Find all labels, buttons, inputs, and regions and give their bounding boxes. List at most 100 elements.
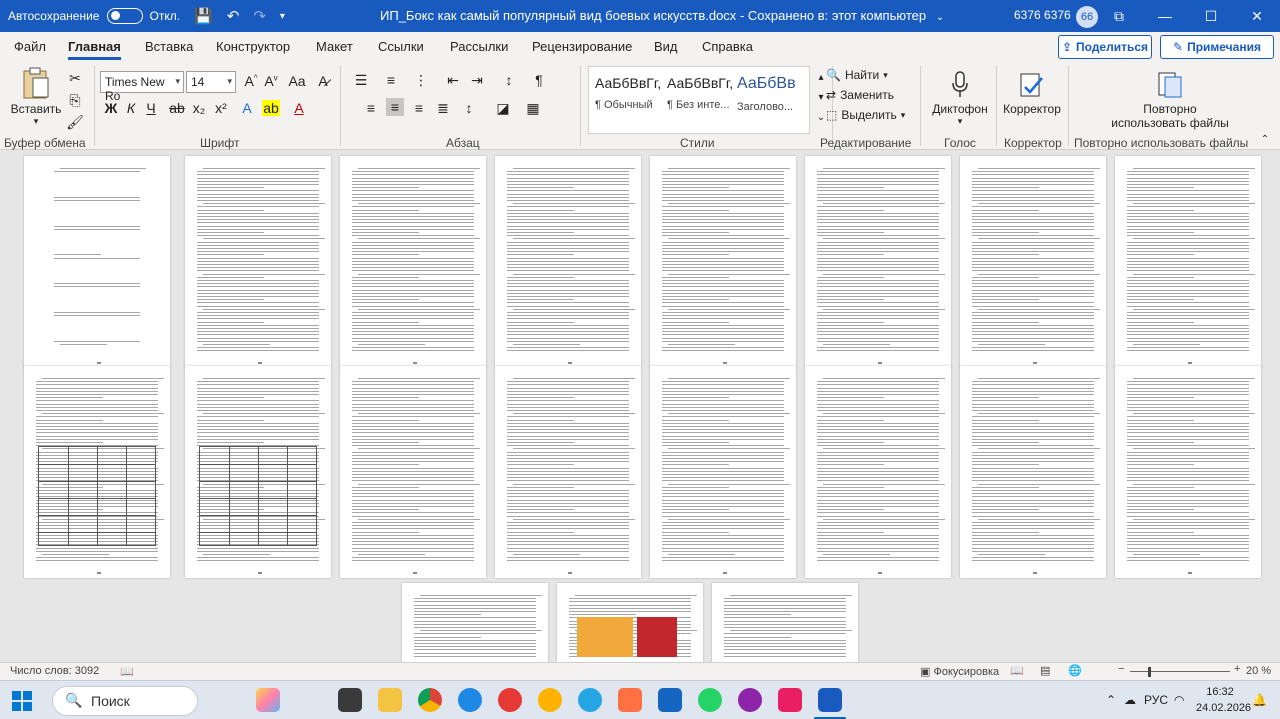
web-layout-icon[interactable]: 🌐	[1068, 664, 1082, 677]
document-canvas[interactable]	[0, 150, 1280, 662]
zoom-slider-knob[interactable]	[1148, 667, 1151, 677]
app-icon[interactable]	[538, 688, 562, 712]
telegram-icon[interactable]	[578, 688, 602, 712]
wifi-icon[interactable]: ◠	[1174, 693, 1184, 707]
cloud-icon[interactable]: ☁	[1124, 693, 1136, 707]
document-page[interactable]	[340, 156, 486, 368]
word-icon[interactable]	[818, 688, 842, 712]
document-page[interactable]	[185, 366, 331, 578]
find-button[interactable]: 🔍 Найти ▾	[826, 68, 888, 82]
cut-icon[interactable]: ✂	[66, 70, 84, 87]
customize-qat-icon[interactable]: ▾	[280, 11, 285, 22]
underline-icon[interactable]: Ч	[142, 100, 160, 116]
task-view-icon[interactable]	[338, 688, 362, 712]
borders-icon[interactable]: ▦	[524, 100, 542, 117]
strikethrough-icon[interactable]: ab	[168, 100, 186, 116]
tab-help[interactable]: Справка	[702, 39, 753, 54]
style-normal[interactable]: АаБбВвГг, ¶ Обычный	[595, 75, 665, 111]
browser-icon[interactable]	[458, 688, 482, 712]
superscript-icon[interactable]: x²	[212, 100, 230, 116]
style-no-spacing[interactable]: АаБбВвГг, ¶ Без инте...	[667, 75, 737, 111]
copy-icon[interactable]: ⎘	[66, 92, 84, 109]
tab-view[interactable]: Вид	[654, 39, 678, 54]
app-icon[interactable]	[658, 688, 682, 712]
whatsapp-icon[interactable]	[698, 688, 722, 712]
avatar[interactable]: 66	[1076, 6, 1098, 28]
document-page[interactable]	[557, 583, 703, 662]
highlight-icon[interactable]: ab	[262, 100, 280, 116]
subscript-icon[interactable]: x₂	[190, 100, 208, 116]
zoom-level[interactable]: 20 %	[1246, 665, 1271, 677]
document-page[interactable]	[650, 366, 796, 578]
app-icon[interactable]	[738, 688, 762, 712]
line-spacing-icon[interactable]: ↕	[460, 100, 478, 116]
redo-icon[interactable]: ↷	[253, 7, 266, 25]
text-effects-icon[interactable]: A	[238, 100, 256, 116]
font-name-combo[interactable]: Times New Ro ▾	[100, 71, 184, 103]
read-mode-icon[interactable]: 📖	[1010, 664, 1024, 677]
tab-home[interactable]: Главная	[68, 39, 121, 60]
document-page[interactable]	[1115, 366, 1261, 578]
notifications-icon[interactable]: 🔔	[1252, 693, 1267, 707]
clock[interactable]: 16:32 24.02.2026	[1196, 684, 1251, 716]
focus-mode-button[interactable]: ▣ Фокусировка	[920, 665, 999, 678]
document-page[interactable]	[24, 366, 170, 578]
file-explorer-icon[interactable]	[378, 688, 402, 712]
zoom-out-icon[interactable]: −	[1118, 663, 1124, 675]
align-center-icon[interactable]: ≡	[386, 98, 404, 116]
document-page[interactable]	[650, 156, 796, 368]
chevron-up-icon[interactable]: ⌃	[1106, 693, 1116, 707]
document-page[interactable]	[805, 156, 951, 368]
zoom-in-icon[interactable]: +	[1234, 663, 1240, 675]
comments-button[interactable]: ✎ Примечания	[1160, 35, 1274, 59]
reuse-files-button[interactable]: Повторно использовать файлы	[1100, 70, 1240, 130]
document-page[interactable]	[495, 156, 641, 368]
document-page[interactable]	[712, 583, 858, 662]
italic-icon[interactable]: К	[122, 100, 140, 116]
print-layout-icon[interactable]: ▤	[1040, 664, 1050, 677]
document-title[interactable]: ИП_Бокс как самый популярный вид боевых …	[380, 8, 944, 23]
paste-button[interactable]: Вставить ▾	[10, 66, 62, 127]
sort-icon[interactable]: ↕	[500, 72, 518, 88]
grow-font-icon[interactable]: A^	[242, 73, 260, 89]
copilot-icon[interactable]	[256, 688, 280, 712]
show-marks-icon[interactable]: ¶	[530, 72, 548, 88]
clear-format-icon[interactable]: A̷	[314, 73, 332, 89]
change-case-icon[interactable]: Aa	[288, 73, 306, 89]
decrease-indent-icon[interactable]: ⇤	[444, 72, 462, 89]
taskbar-search[interactable]: 🔍 Поиск	[52, 686, 198, 716]
select-button[interactable]: ⬚ Выделить ▾	[826, 108, 905, 122]
document-page[interactable]	[805, 366, 951, 578]
justify-icon[interactable]: ≣	[434, 100, 452, 117]
shading-icon[interactable]: ◪	[494, 100, 512, 117]
numbering-icon[interactable]: ≡	[382, 72, 400, 88]
proofing-icon[interactable]: 📖	[120, 665, 134, 678]
document-page[interactable]	[185, 156, 331, 368]
document-page[interactable]	[340, 366, 486, 578]
bullets-icon[interactable]: ☰	[352, 72, 370, 89]
format-painter-icon[interactable]: 🖌	[66, 114, 84, 131]
shrink-font-icon[interactable]: Av	[262, 73, 280, 89]
replace-button[interactable]: ⇄ Заменить	[826, 88, 894, 102]
align-right-icon[interactable]: ≡	[410, 100, 428, 116]
windows-start-icon[interactable]	[12, 691, 32, 711]
bold-icon[interactable]: Ж	[102, 100, 120, 116]
minimize-icon[interactable]: —	[1142, 0, 1188, 32]
tab-design[interactable]: Конструктор	[216, 39, 290, 54]
ribbon-display-icon[interactable]: ⧉	[1096, 0, 1142, 32]
tab-insert[interactable]: Вставка	[145, 39, 193, 54]
collapse-ribbon-icon[interactable]: ⌃	[1256, 134, 1274, 145]
language-indicator[interactable]: РУС	[1144, 693, 1168, 707]
close-icon[interactable]: ✕	[1234, 0, 1280, 32]
document-page[interactable]	[402, 583, 548, 662]
style-heading[interactable]: АаБбВв Заголово...	[737, 75, 807, 113]
chrome-icon[interactable]	[418, 688, 442, 712]
document-page[interactable]	[960, 366, 1106, 578]
tab-mailings[interactable]: Рассылки	[450, 39, 508, 54]
save-icon[interactable]: 💾	[194, 7, 213, 25]
share-button[interactable]: ⇪ Поделиться	[1058, 35, 1152, 59]
autosave-toggle[interactable]	[107, 8, 144, 24]
document-page[interactable]	[24, 156, 170, 368]
document-page[interactable]	[1115, 156, 1261, 368]
tab-references[interactable]: Ссылки	[378, 39, 424, 54]
